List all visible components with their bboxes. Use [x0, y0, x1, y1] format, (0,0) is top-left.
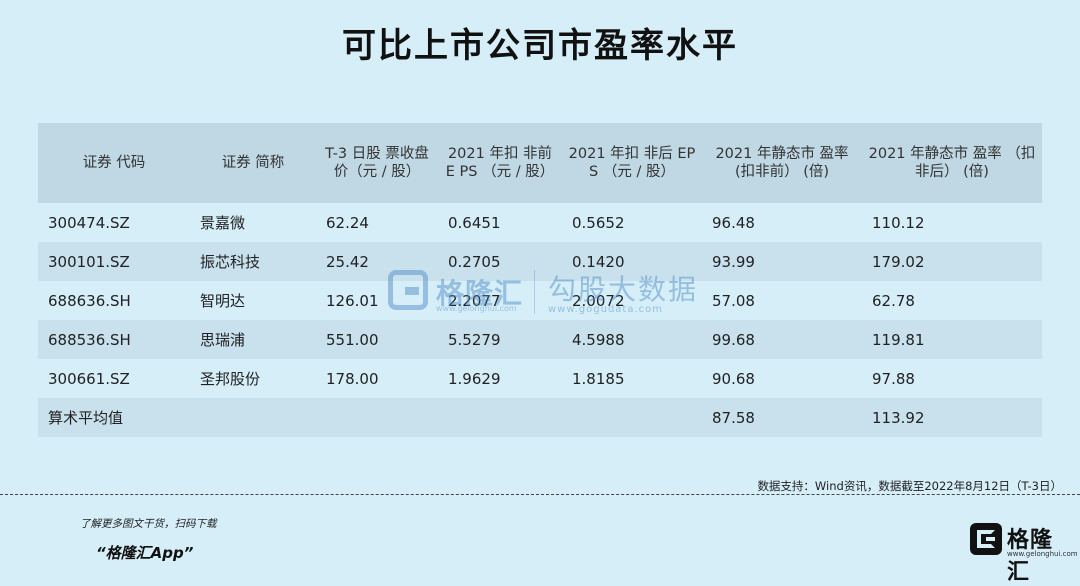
table-cell-empty — [562, 398, 702, 437]
table-cell: 99.68 — [702, 320, 862, 359]
table-cell: 57.08 — [702, 281, 862, 320]
table-row: 300101.SZ 振芯科技 25.42 0.2705 0.1420 93.99… — [38, 242, 1042, 281]
scan-prompt: 了解更多图文干货，扫码下载 — [80, 518, 217, 530]
brand-logo-url: www.gelonghui.com — [1007, 550, 1078, 558]
brand-logo: 格隆汇 www.gelonghui.com — [970, 522, 1078, 585]
table-cell: 300474.SZ — [38, 203, 190, 242]
table-cell: 688636.SH — [38, 281, 190, 320]
page-title: 可比上市公司市盈率水平 — [342, 26, 738, 66]
footer-divider — [0, 494, 1080, 495]
table-row: 300474.SZ 景嘉微 62.24 0.6451 0.5652 96.48 … — [38, 203, 1042, 242]
column-header: T-3 日股 票收盘 价（元 / 股） — [316, 123, 438, 203]
table-cell: 179.02 — [862, 242, 1042, 281]
source-note: 数据支持：Wind资讯，数据截至2022年8月12日（T-3日） — [757, 479, 1062, 493]
brand-logo-icon — [970, 523, 1002, 555]
column-header: 2021 年静态市 盈率 （扣 非后） (倍) — [862, 123, 1042, 203]
average-pe-after: 113.92 — [862, 398, 1042, 437]
table-cell: 5.5279 — [438, 320, 562, 359]
column-header: 证券 简称 — [190, 123, 316, 203]
table-cell: 圣邦股份 — [190, 359, 316, 398]
table-cell: 4.5988 — [562, 320, 702, 359]
table-cell-empty — [316, 398, 438, 437]
table-cell: 110.12 — [862, 203, 1042, 242]
table-cell: 119.81 — [862, 320, 1042, 359]
table-cell: 2.0072 — [562, 281, 702, 320]
table-header-row: 证券 代码 证券 简称 T-3 日股 票收盘 价（元 / 股） 2021 年扣 … — [38, 123, 1042, 203]
app-name: “格隆汇App” — [96, 544, 194, 562]
table-cell: 1.8185 — [562, 359, 702, 398]
average-row: 算术平均值 87.58 113.92 — [38, 398, 1042, 437]
table-cell: 93.99 — [702, 242, 862, 281]
table-cell: 思瑞浦 — [190, 320, 316, 359]
column-header: 2021 年扣 非前 E PS （元 / 股） — [438, 123, 562, 203]
table-cell: 0.2705 — [438, 242, 562, 281]
table-cell: 97.88 — [862, 359, 1042, 398]
table-cell: 551.00 — [316, 320, 438, 359]
table-cell: 62.24 — [316, 203, 438, 242]
table-cell: 景嘉微 — [190, 203, 316, 242]
table-cell: 62.78 — [862, 281, 1042, 320]
data-table: 证券 代码 证券 简称 T-3 日股 票收盘 价（元 / 股） 2021 年扣 … — [38, 123, 1042, 437]
column-header: 证券 代码 — [38, 123, 190, 203]
table-row: 688636.SH 智明达 126.01 2.2077 2.0072 57.08… — [38, 281, 1042, 320]
table-cell: 688536.SH — [38, 320, 190, 359]
table-cell-empty — [190, 398, 316, 437]
table-cell: 300661.SZ — [38, 359, 190, 398]
table-cell: 90.68 — [702, 359, 862, 398]
column-header: 2021 年扣 非后 EP S （元 / 股） — [562, 123, 702, 203]
table-cell: 25.42 — [316, 242, 438, 281]
average-pe-before: 87.58 — [702, 398, 862, 437]
average-label: 算术平均值 — [38, 398, 190, 437]
table-cell: 126.01 — [316, 281, 438, 320]
table-cell: 振芯科技 — [190, 242, 316, 281]
table-cell: 178.00 — [316, 359, 438, 398]
table-cell: 1.9629 — [438, 359, 562, 398]
table-row: 688536.SH 思瑞浦 551.00 5.5279 4.5988 99.68… — [38, 320, 1042, 359]
table-cell-empty — [438, 398, 562, 437]
table-row: 300661.SZ 圣邦股份 178.00 1.9629 1.8185 90.6… — [38, 359, 1042, 398]
column-header: 2021 年静态市 盈率 (扣非前） (倍) — [702, 123, 862, 203]
table-cell: 0.1420 — [562, 242, 702, 281]
table-cell: 96.48 — [702, 203, 862, 242]
table-cell: 0.5652 — [562, 203, 702, 242]
table-cell: 智明达 — [190, 281, 316, 320]
table-cell: 300101.SZ — [38, 242, 190, 281]
table-cell: 0.6451 — [438, 203, 562, 242]
pe-comparison-table: 证券 代码 证券 简称 T-3 日股 票收盘 价（元 / 股） 2021 年扣 … — [38, 123, 1042, 437]
table-cell: 2.2077 — [438, 281, 562, 320]
